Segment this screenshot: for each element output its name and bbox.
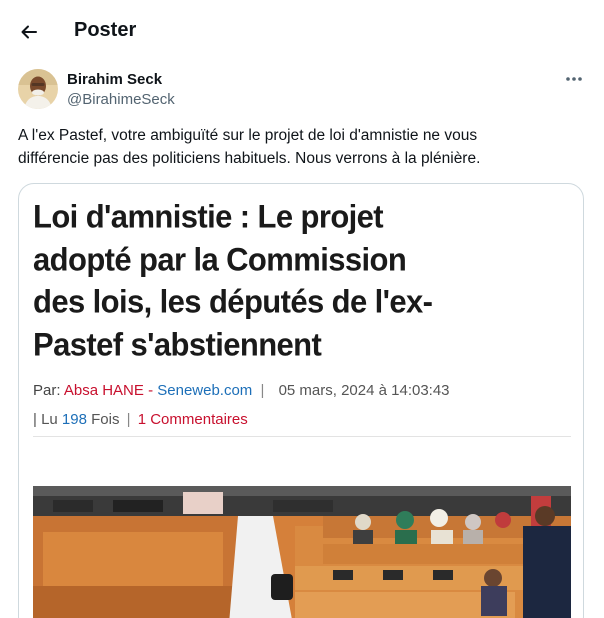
headline-line: adopté par la Commission — [33, 240, 407, 278]
top-bar: Poster — [0, 0, 604, 62]
back-button[interactable] — [14, 17, 44, 47]
stats-prefix: | Lu — [33, 411, 58, 428]
more-options-button[interactable] — [560, 68, 588, 90]
more-horizontal-icon — [566, 77, 582, 81]
article-headline: Loi d'amnistie : Le projet adopté par la… — [33, 196, 553, 366]
headline-line: Loi d'amnistie : Le projet — [33, 198, 384, 235]
article-byline: Par: Absa HANE - Seneweb.com | 05 mars, … — [33, 382, 450, 399]
page-title: Poster — [74, 19, 137, 41]
byline-dash: - — [148, 382, 154, 399]
divider — [33, 436, 571, 437]
assembly-photo — [33, 486, 571, 618]
byline-author: Absa HANE — [63, 382, 144, 399]
article-stats: | Lu 198 Fois | 1 Commentaires — [33, 411, 248, 428]
author-handle[interactable]: @BirahimeSeck — [67, 91, 175, 108]
reads-count: 198 — [61, 411, 87, 428]
tweet-media-image[interactable]: Loi d'amnistie : Le projet adopté par la… — [18, 183, 584, 618]
arrow-left-icon — [21, 25, 37, 39]
reads-suffix: Fois — [91, 411, 120, 428]
byline-label: Par: — [33, 382, 61, 399]
tweet-text: A l'ex Pastef, votre ambiguïté sur le pr… — [18, 124, 578, 170]
byline-separator: | — [260, 382, 265, 399]
avatar[interactable] — [18, 69, 58, 109]
tweet-text-line: A l'ex Pastef, votre ambiguïté sur le pr… — [18, 127, 478, 144]
headline-line: des lois, les députés de l'ex- — [33, 283, 433, 320]
stats-separator: | — [126, 411, 131, 428]
headline-line: Pastef s'abstiennent — [33, 325, 322, 363]
author-name[interactable]: Birahim Seck — [67, 71, 162, 88]
byline-date: 05 mars, 2024 à 14:03:43 — [278, 382, 450, 399]
byline-source: Seneweb.com — [157, 382, 253, 399]
tweet-text-line: différencie pas des politiciens habituel… — [18, 150, 481, 167]
comments-count: 1 Commentaires — [137, 411, 248, 428]
